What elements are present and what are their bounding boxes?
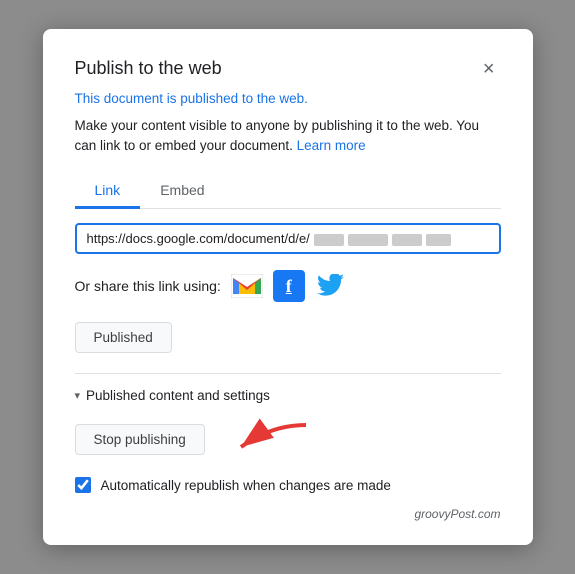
- url-blur-4: [426, 234, 451, 246]
- tab-link[interactable]: Link: [75, 174, 141, 209]
- description-text: Make your content visible to anyone by p…: [75, 116, 501, 157]
- twitter-icon: [317, 274, 345, 298]
- url-text: https://docs.google.com/document/d/e/: [87, 231, 489, 246]
- checkbox-label: Automatically republish when changes are…: [101, 478, 391, 493]
- published-notice: This document is published to the web.: [75, 91, 501, 106]
- twitter-link[interactable]: [315, 273, 347, 299]
- close-button[interactable]: ×: [477, 57, 501, 81]
- checkbox-row: Automatically republish when changes are…: [75, 477, 501, 493]
- settings-section: ▾ Published content and settings Stop pu…: [75, 388, 501, 493]
- facebook-icon: f: [286, 276, 292, 297]
- share-label: Or share this link using:: [75, 278, 221, 294]
- tabs-container: Link Embed: [75, 174, 501, 209]
- share-row: Or share this link using: f: [75, 270, 501, 302]
- settings-label-text: Published content and settings: [86, 388, 270, 403]
- red-arrow-icon: [221, 417, 311, 461]
- divider: [75, 373, 501, 374]
- stop-row: Stop publishing: [75, 417, 501, 461]
- modal-title: Publish to the web: [75, 58, 222, 79]
- url-blur-3: [392, 234, 422, 246]
- chevron-icon: ▾: [75, 389, 81, 402]
- learn-more-link[interactable]: Learn more: [297, 138, 366, 153]
- stop-publishing-button[interactable]: Stop publishing: [75, 424, 205, 455]
- tab-embed[interactable]: Embed: [140, 174, 224, 209]
- facebook-link[interactable]: f: [273, 270, 305, 302]
- url-blur-2: [348, 234, 388, 246]
- watermark: groovyPost.com: [75, 507, 501, 521]
- url-field[interactable]: https://docs.google.com/document/d/e/: [75, 223, 501, 254]
- gmail-link[interactable]: [231, 273, 263, 299]
- description-main: Make your content visible to anyone by p…: [75, 118, 480, 153]
- publish-modal: Publish to the web × This document is pu…: [43, 29, 533, 546]
- modal-header: Publish to the web ×: [75, 57, 501, 81]
- auto-republish-checkbox[interactable]: [75, 477, 91, 493]
- published-button[interactable]: Published: [75, 322, 172, 353]
- settings-label[interactable]: ▾ Published content and settings: [75, 388, 501, 403]
- url-blur-1: [314, 234, 344, 246]
- gmail-icon: [231, 274, 263, 298]
